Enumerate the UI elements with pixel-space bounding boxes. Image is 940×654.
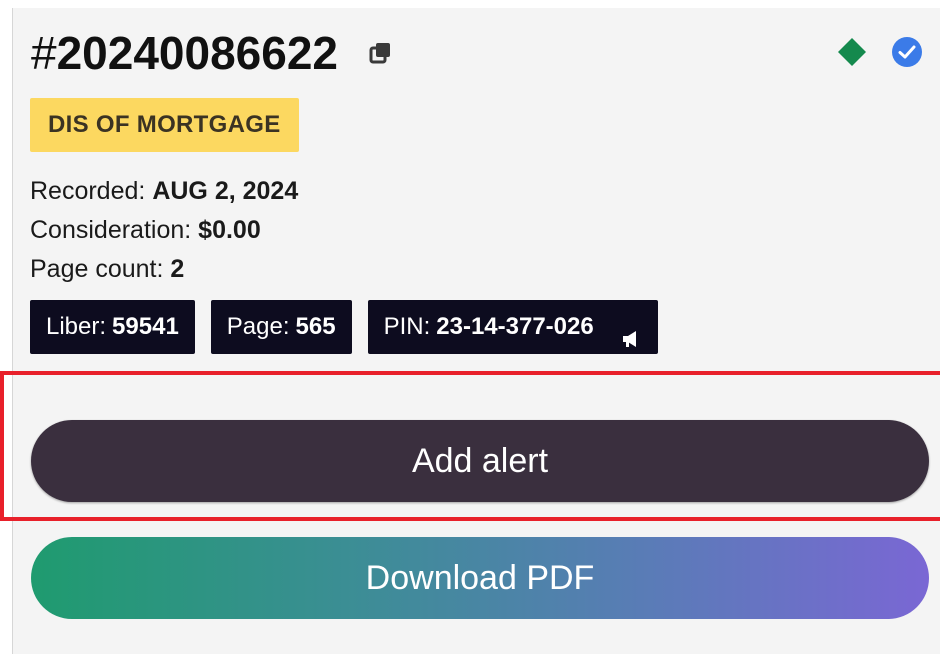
status-icons — [837, 36, 923, 68]
record-title: #20240086622 — [31, 30, 338, 76]
record-meta: Recorded: AUG 2, 2024 Consideration: $0.… — [30, 172, 298, 289]
page-count-label: Page count: — [30, 255, 164, 283]
record-title-row: #20240086622 — [31, 30, 394, 76]
check-circle-icon — [891, 36, 923, 68]
consideration-label: Consideration: — [30, 216, 192, 244]
page-count-row: Page count: 2 — [30, 250, 298, 289]
page-count-value: 2 — [170, 255, 185, 283]
pin-value: 23-14-377-026 — [436, 313, 594, 340]
pin-chip: PIN: 23-14-377-026 — [367, 300, 658, 354]
recorded-value: AUG 2, 2024 — [152, 177, 299, 205]
record-card: #20240086622 DIS OF MORTGAGE Recorded: A… — [12, 8, 940, 654]
pin-label: PIN: — [383, 313, 431, 340]
page-label: Page: — [226, 313, 290, 340]
consideration-value: $0.00 — [198, 216, 261, 244]
liber-value: 59541 — [112, 313, 179, 340]
megaphone-icon[interactable] — [620, 316, 642, 347]
consideration-row: Consideration: $0.00 — [30, 211, 298, 250]
record-number: 20240086622 — [56, 27, 339, 79]
liber-chip: Liber: 59541 — [30, 300, 195, 354]
record-hash: # — [31, 27, 57, 79]
add-alert-highlight — [0, 371, 940, 521]
recorded-row: Recorded: AUG 2, 2024 — [30, 172, 298, 211]
copy-icon[interactable] — [368, 40, 394, 66]
record-chips: Liber: 59541 Page: 565 PIN: 23-14-377-026 — [30, 300, 658, 354]
diamond-icon — [837, 37, 867, 67]
liber-label: Liber: — [46, 313, 107, 340]
recorded-label: Recorded: — [30, 177, 146, 205]
page-chip: Page: 565 — [210, 300, 352, 354]
page-value: 565 — [295, 313, 336, 340]
document-type-badge: DIS OF MORTGAGE — [30, 98, 299, 152]
download-pdf-button[interactable]: Download PDF — [31, 537, 929, 619]
